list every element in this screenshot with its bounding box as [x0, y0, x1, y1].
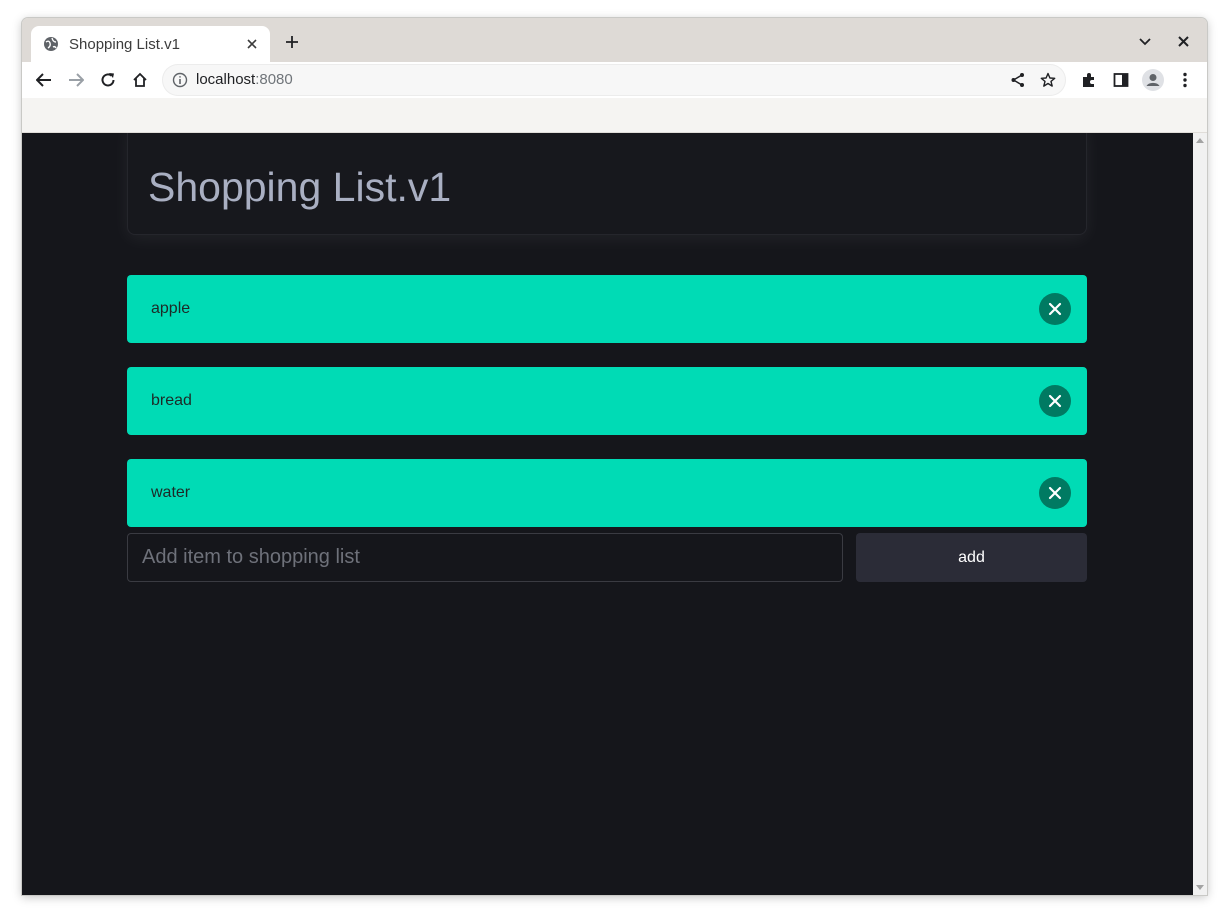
- scroll-down-arrow-icon[interactable]: [1196, 885, 1204, 890]
- item-label: water: [151, 484, 191, 501]
- bookmarks-bar: [22, 98, 1207, 133]
- url-text: localhost:8080: [196, 71, 293, 88]
- header-card: Shopping List.v1: [127, 133, 1087, 235]
- close-icon: [1048, 394, 1062, 408]
- item-label: apple: [151, 300, 191, 317]
- profile-avatar-icon[interactable]: [1140, 67, 1166, 93]
- globe-icon: [43, 36, 59, 52]
- page-scrollbar[interactable]: [1193, 133, 1207, 895]
- kebab-menu-icon[interactable]: [1172, 67, 1198, 93]
- tab-title: Shopping List.v1: [69, 35, 180, 53]
- browser-window: Shopping List.v1 localhost:8080 Shopping…: [22, 18, 1207, 895]
- info-icon[interactable]: [172, 72, 188, 88]
- list-item: apple: [127, 275, 1087, 343]
- add-button[interactable]: add: [856, 533, 1087, 582]
- close-icon: [1048, 486, 1062, 500]
- url-host: localhost: [196, 71, 256, 88]
- browser-toolbar: localhost:8080: [22, 62, 1207, 98]
- tab-strip: Shopping List.v1: [22, 18, 1207, 62]
- url-port: :8080: [255, 71, 293, 88]
- bookmark-star-icon[interactable]: [1038, 70, 1058, 90]
- close-icon: [1048, 302, 1062, 316]
- remove-item-button[interactable]: [1039, 385, 1071, 417]
- window-close-icon[interactable]: [1171, 29, 1195, 53]
- browser-tab[interactable]: Shopping List.v1: [31, 26, 270, 62]
- back-arrow-left-icon[interactable]: [31, 67, 57, 93]
- scroll-up-arrow-icon[interactable]: [1196, 138, 1204, 143]
- extensions-puzzle-icon[interactable]: [1076, 67, 1102, 93]
- address-bar[interactable]: localhost:8080: [162, 64, 1066, 96]
- remove-item-button[interactable]: [1039, 477, 1071, 509]
- share-icon[interactable]: [1008, 70, 1028, 90]
- item-label: bread: [151, 392, 192, 409]
- tab-close-icon[interactable]: [242, 34, 262, 54]
- side-panel-icon[interactable]: [1108, 67, 1134, 93]
- page-viewport: Shopping List.v1 apple bread water add: [22, 133, 1193, 895]
- list-item: bread: [127, 367, 1087, 435]
- forward-arrow-right-icon[interactable]: [63, 67, 89, 93]
- page-title: Shopping List.v1: [148, 164, 452, 210]
- home-icon[interactable]: [127, 67, 153, 93]
- tab-search-chevron-down-icon[interactable]: [1133, 30, 1157, 54]
- remove-item-button[interactable]: [1039, 293, 1071, 325]
- reload-icon[interactable]: [95, 67, 121, 93]
- list-item: water: [127, 459, 1087, 527]
- new-tab-plus-icon[interactable]: [280, 30, 304, 54]
- add-item-input[interactable]: [127, 533, 843, 582]
